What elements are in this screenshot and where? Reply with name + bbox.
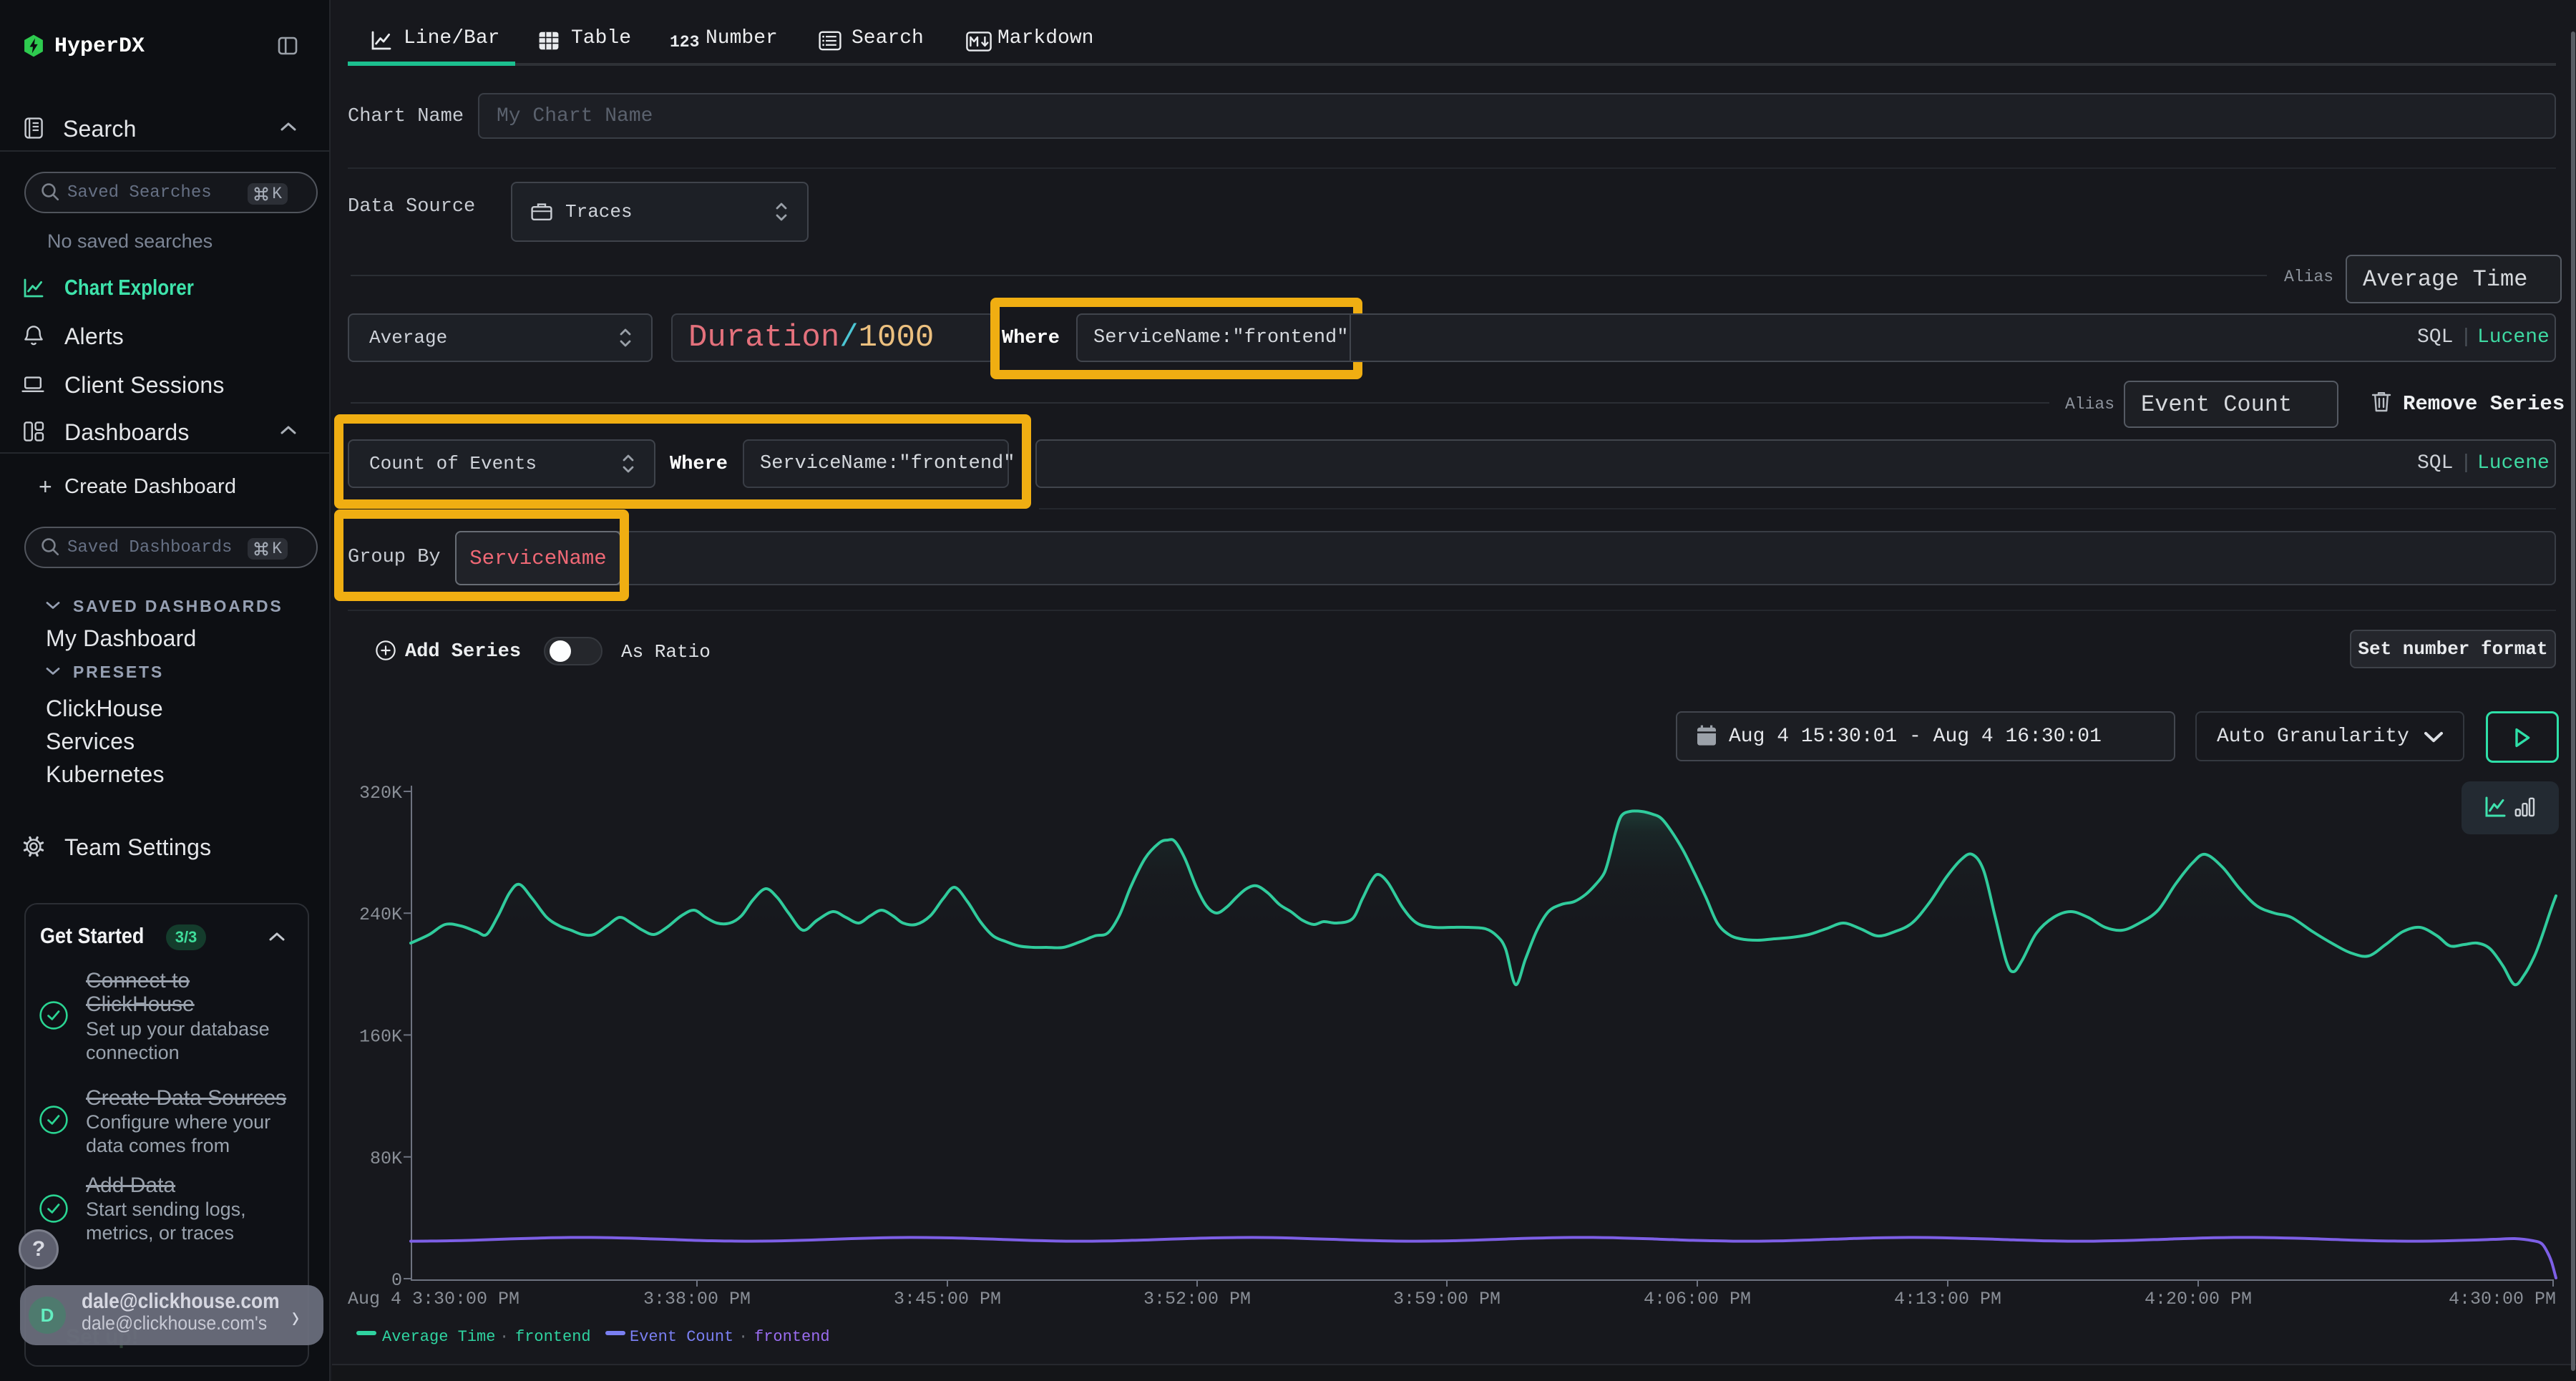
svg-text:0: 0 [391, 1270, 402, 1291]
svg-text:3:38:00 PM: 3:38:00 PM [643, 1289, 751, 1309]
svg-text:·: · [499, 1328, 509, 1346]
svg-text:Aug 4 3:30:00 PM: Aug 4 3:30:00 PM [348, 1289, 519, 1309]
svg-text:3:52:00 PM: 3:52:00 PM [1143, 1289, 1251, 1309]
svg-text:3:45:00 PM: 3:45:00 PM [894, 1289, 1001, 1309]
svg-text:Average Time: Average Time [382, 1328, 495, 1346]
svg-text:Event Count: Event Count [630, 1328, 733, 1346]
svg-text:4:20:00 PM: 4:20:00 PM [2145, 1289, 2252, 1309]
svg-text:4:06:00 PM: 4:06:00 PM [1644, 1289, 1751, 1309]
svg-text:4:13:00 PM: 4:13:00 PM [1894, 1289, 2001, 1309]
svg-text:160K: 160K [359, 1026, 402, 1047]
svg-text:80K: 80K [370, 1148, 402, 1169]
svg-text:3:59:00 PM: 3:59:00 PM [1393, 1289, 1501, 1309]
svg-text:frontend: frontend [754, 1328, 830, 1346]
svg-text:frontend: frontend [515, 1328, 591, 1346]
svg-text:·: · [738, 1328, 748, 1346]
svg-text:240K: 240K [359, 904, 402, 925]
svg-text:4:30:00 PM: 4:30:00 PM [2449, 1289, 2556, 1309]
svg-text:320K: 320K [359, 783, 402, 804]
